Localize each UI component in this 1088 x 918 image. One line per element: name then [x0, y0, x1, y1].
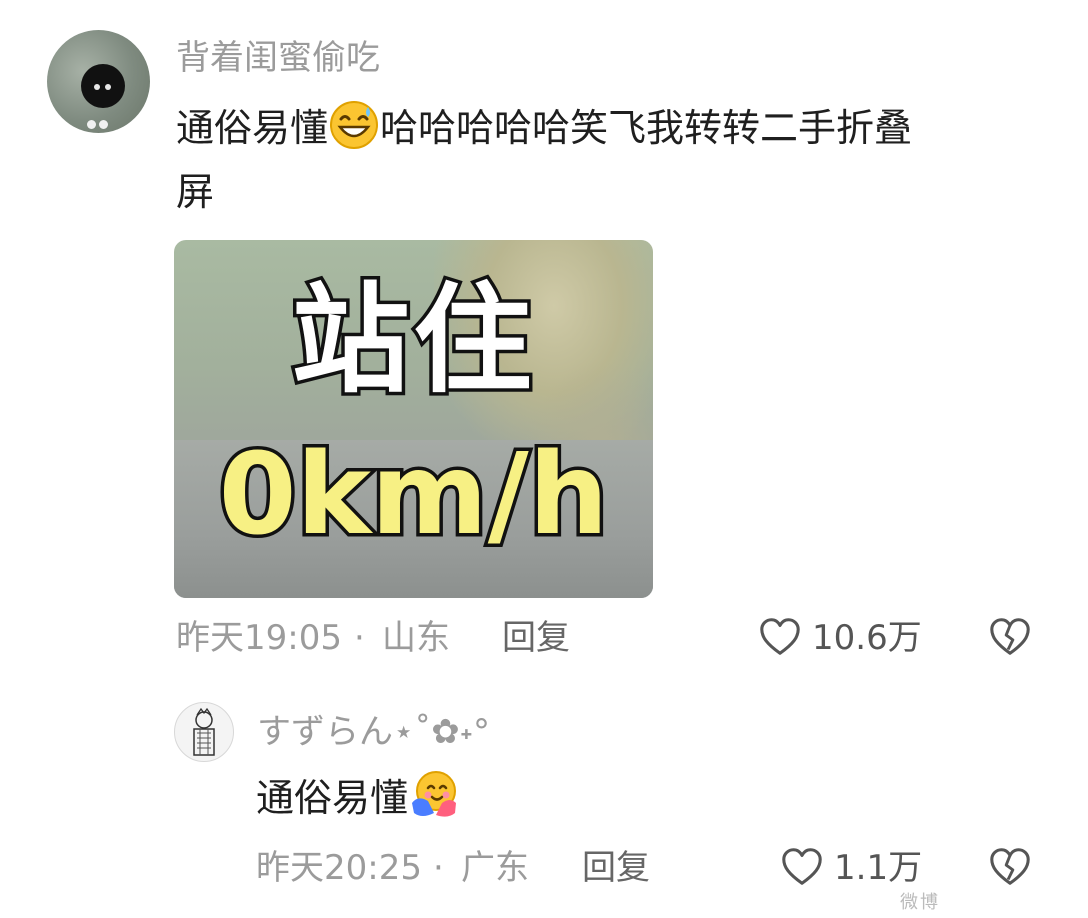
reply-meta-separator: ·: [433, 848, 444, 888]
grinning-sweat-emoji-icon: [328, 99, 380, 151]
comment-time: 昨天19:05: [176, 618, 342, 658]
comment-text-part2: 哈哈哈哈哈笑飞我转转二手折叠: [380, 106, 913, 150]
sticker-caption-top: 站住: [288, 268, 536, 413]
watermark: 微博: [900, 892, 940, 913]
comment-text-part1: 通俗易懂: [176, 106, 329, 150]
reply-username[interactable]: すずらん⋆˚✿˖°: [257, 712, 490, 752]
avatar-character: [81, 64, 125, 108]
dislike-broken-heart-icon[interactable]: [987, 614, 1035, 662]
meta-separator: ·: [354, 618, 365, 658]
comment-username[interactable]: 背着闺蜜偷吃: [176, 38, 380, 78]
avatar[interactable]: [47, 30, 150, 133]
sticker-image[interactable]: 站住 0km/h: [174, 240, 653, 598]
comment-text-part3: 屏: [176, 170, 215, 214]
reply-reply-button[interactable]: 回复: [582, 848, 650, 888]
avatar-ball-right: [99, 120, 108, 129]
reply-avatar[interactable]: [174, 702, 234, 762]
sticker-caption-bottom: 0km/h: [215, 427, 612, 564]
comment-text: 通俗易懂 哈哈哈哈哈笑飞我转转二手折叠 屏: [176, 96, 1056, 224]
avatar-ball-left: [87, 120, 96, 129]
reply-text-part1: 通俗易懂: [256, 776, 409, 820]
like-count: 10.6万: [812, 618, 922, 658]
reply-time: 昨天20:25: [256, 848, 422, 888]
reply-like-heart-icon[interactable]: [779, 844, 827, 892]
reply-location: 广东: [461, 848, 529, 888]
reply-like-count: 1.1万: [834, 848, 923, 888]
avatar-eye-right: [105, 84, 111, 90]
hugging-face-emoji-icon: [408, 769, 460, 821]
reply-text: 通俗易懂: [256, 766, 460, 830]
comment-location: 山东: [382, 618, 450, 658]
reply-button[interactable]: 回复: [502, 618, 570, 658]
reply-dislike-broken-heart-icon[interactable]: [987, 844, 1035, 892]
avatar-eye-left: [94, 84, 100, 90]
like-heart-icon[interactable]: [757, 614, 805, 662]
